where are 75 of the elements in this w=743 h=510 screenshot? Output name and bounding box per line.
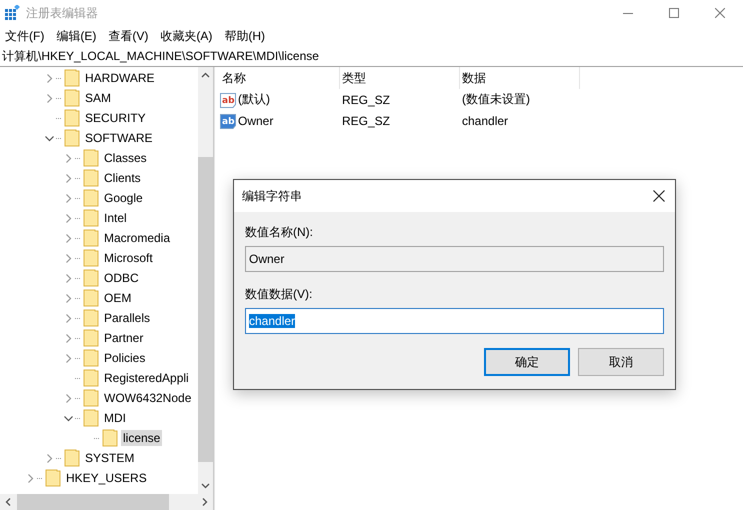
value-type: REG_SZ: [341, 92, 392, 106]
tree-item[interactable]: Policies: [102, 350, 148, 366]
tree-item[interactable]: ODBC: [102, 270, 141, 286]
folder-icon: [83, 349, 99, 367]
folder-icon: [64, 89, 80, 107]
address-bar[interactable]: 计算机\HKEY_LOCAL_MACHINE\SOFTWARE\MDI\license: [0, 48, 319, 64]
value-data: (数值未设置): [461, 91, 531, 108]
dialog-button[interactable]: 确定: [484, 348, 570, 376]
value-name: (默认): [238, 91, 270, 108]
tree-item[interactable]: OEM: [102, 290, 134, 306]
tree-item[interactable]: SECURITY: [83, 110, 148, 126]
tree-item[interactable]: HARDWARE: [83, 70, 157, 86]
menu-item[interactable]: 收藏夹(A): [155, 28, 220, 44]
tree-item[interactable]: license: [121, 430, 162, 446]
value-data-field[interactable]: chandler: [245, 308, 664, 334]
column-header[interactable]: 类型: [340, 67, 460, 89]
scrollbar-thumb[interactable]: [17, 494, 169, 510]
folder-icon: [83, 209, 99, 227]
field-label: 数值名称(N):: [245, 224, 314, 241]
folder-icon: [45, 469, 61, 487]
field-label: 数值数据(V):: [245, 286, 314, 303]
folder-icon: [83, 229, 99, 247]
folder-icon: [83, 389, 99, 407]
tree-item[interactable]: MDI: [102, 410, 128, 426]
window-title: 注册表编辑器: [26, 4, 98, 22]
value-name-field[interactable]: Owner: [245, 246, 664, 272]
folder-icon: [83, 309, 99, 327]
chevron-icon[interactable]: [64, 414, 73, 422]
tree-item[interactable]: Google: [102, 190, 145, 206]
tree-item[interactable]: Macromedia: [102, 230, 172, 246]
value-type: REG_SZ: [341, 114, 392, 128]
folder-icon: [83, 249, 99, 267]
folder-icon: [83, 409, 99, 427]
folder-icon: [64, 449, 80, 467]
string-value-icon: ab: [220, 112, 236, 128]
string-value-icon: ab: [220, 92, 236, 108]
folder-icon: [64, 69, 80, 87]
menu-item[interactable]: 帮助(H): [219, 28, 272, 44]
scrollbar-thumb[interactable]: [198, 157, 213, 462]
tree-item[interactable]: SOFTWARE: [83, 130, 155, 146]
folder-icon: [83, 289, 99, 307]
folder-icon: [83, 369, 99, 387]
dialog-title: 编辑字符串: [242, 188, 302, 204]
tree-item[interactable]: WOW6432Node: [102, 390, 194, 406]
folder-icon: [83, 269, 99, 287]
tree-item[interactable]: SAM: [83, 90, 114, 106]
registry-app-icon: [4, 5, 20, 21]
tree-item[interactable]: Partner: [102, 330, 146, 346]
column-header[interactable]: 名称: [220, 67, 340, 89]
column-header[interactable]: 数据: [460, 67, 580, 89]
tree-item[interactable]: Parallels: [102, 310, 152, 326]
folder-icon: [83, 169, 99, 187]
tree-item[interactable]: SYSTEM: [83, 450, 136, 466]
tree-item[interactable]: HKEY_USERS: [64, 470, 149, 486]
folder-icon: [64, 109, 80, 127]
menu-item[interactable]: 文件(F): [0, 28, 52, 44]
dialog-button[interactable]: 取消: [578, 348, 664, 376]
tree-item[interactable]: Microsoft: [102, 250, 155, 266]
field-text: chandler: [249, 314, 296, 328]
tree-item[interactable]: Clients: [102, 170, 143, 186]
menu-item[interactable]: 编辑(E): [51, 28, 104, 44]
tree-item[interactable]: RegisteredAppli: [102, 370, 191, 386]
folder-icon: [64, 129, 80, 147]
value-data: chandler: [461, 114, 510, 128]
chevron-icon[interactable]: [45, 134, 54, 142]
folder-icon: [83, 329, 99, 347]
maximize-icon[interactable]: [669, 8, 679, 18]
close-icon[interactable]: [653, 190, 665, 202]
folder-icon: [102, 429, 118, 447]
folder-icon: [83, 149, 99, 167]
tree-item[interactable]: Classes: [102, 150, 149, 166]
tree-item[interactable]: Intel: [102, 210, 129, 226]
folder-icon: [83, 189, 99, 207]
menu-item[interactable]: 查看(V): [103, 28, 156, 44]
value-name: Owner: [238, 114, 274, 128]
